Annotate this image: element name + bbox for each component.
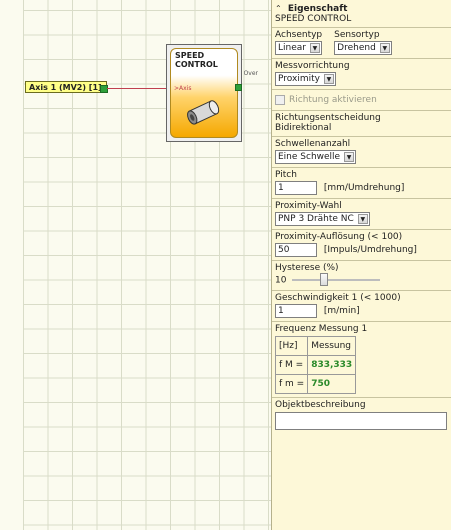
aufloesung-label: Proximity-Auflösung (< 100) [275,232,403,242]
proximity-wahl-select[interactable]: PNP 3 Drähte NC ▼ [275,212,370,226]
geschwindigkeit-label: Geschwindigkeit 1 (< 1000) [275,293,401,303]
hysterese-section: Hysterese (%) 10 [272,261,451,291]
panel-subtitle: SPEED CONTROL [275,14,352,24]
slider-thumb[interactable] [320,273,329,286]
dropdown-arrow-icon[interactable]: ▼ [323,74,334,84]
pitch-section: Pitch 1 [mm/Umdrehung] [272,168,451,199]
block-title: SPEED CONTROL [175,51,235,69]
axis-sensor-section: Achsentyp Linear ▼ Sensortyp Drehend ▼ [272,28,451,59]
table-row: f M = 833,333 [274,355,357,375]
messvorrichtung-section: Messvorrichtung Proximity ▼ [272,59,451,90]
dropdown-arrow-icon[interactable]: ▼ [309,43,320,53]
richtungsentscheidung-section: Richtungsentscheidung Bidirektional [272,111,451,137]
connection-wire[interactable] [107,88,173,89]
sensortyp-label: Sensortyp [334,30,380,40]
logic-canvas[interactable]: Axis 1 (MV2) [1] SPEED CONTROL >Axis Ove… [0,0,271,530]
geschwindigkeit-input[interactable]: 1 [275,304,317,318]
achsentyp-select[interactable]: Linear ▼ [275,41,323,55]
hysterese-label: Hysterese (%) [275,263,339,273]
frequenz-label: Frequenz Messung 1 [275,324,368,334]
aufloesung-input[interactable]: 50 [275,243,317,257]
richtung-aktivieren-row: Richtung aktivieren [272,90,451,111]
pitch-input[interactable]: 1 [275,181,317,195]
richtungsentscheidung-value: Bidirektional [275,123,332,133]
messvorrichtung-value: Proximity [278,74,320,84]
pitch-label: Pitch [275,170,297,180]
richtung-aktivieren-checkbox[interactable] [275,95,285,105]
input-port[interactable] [100,85,108,93]
fm-label: f m = [274,374,309,394]
table-row: [Hz] Messung [274,336,357,356]
chevron-up-icon[interactable]: ⌃ [275,4,285,13]
hysterese-slider[interactable] [292,273,381,287]
properties-panel: ⌃ Eigenschaft SPEED CONTROL Achsentyp Li… [271,0,451,530]
messvorrichtung-label: Messvorrichtung [275,61,350,71]
aufloesung-unit: [Impuls/Umdrehung] [323,245,417,255]
fm-value: 750 [307,374,357,394]
over-output-port[interactable] [235,84,242,91]
encoder-cylinder-icon [187,100,220,125]
proximity-wahl-label: Proximity-Wahl [275,201,342,211]
sensortyp-value: Drehend [337,43,376,53]
pitch-unit: [mm/Umdrehung] [323,183,405,193]
achsentyp-value: Linear [278,43,306,53]
proximity-wahl-section: Proximity-Wahl PNP 3 Drähte NC ▼ [272,199,451,230]
richtungsentscheidung-label: Richtungsentscheidung [275,113,381,123]
achsentyp-label: Achsentyp [275,30,323,40]
schwellenanzahl-value: Eine Schwelle [278,152,341,162]
frequenz-col-header: Messung [307,336,357,356]
frequenz-table: [Hz] Messung f M = 833,333 f m = 750 [274,336,357,394]
panel-header: ⌃ Eigenschaft SPEED CONTROL [272,0,451,28]
schwellenanzahl-select[interactable]: Eine Schwelle ▼ [275,150,357,164]
axis-input-pin-label: >Axis [174,85,192,92]
fM-label: f M = [274,355,309,375]
hysterese-value: 10 [275,275,287,286]
schwellenanzahl-section: Schwellenanzahl Eine Schwelle ▼ [272,137,451,168]
messvorrichtung-select[interactable]: Proximity ▼ [275,72,336,86]
dropdown-arrow-icon[interactable]: ▼ [379,43,390,53]
frequenz-unit-header: [Hz] [274,336,309,356]
speed-control-block[interactable]: SPEED CONTROL >Axis Over [166,44,258,142]
proximity-wahl-value: PNP 3 Drähte NC [278,214,354,224]
fM-value: 833,333 [307,355,357,375]
frequenz-section: Frequenz Messung 1 [Hz] Messung f M = 83… [272,322,451,398]
objektbeschreibung-input[interactable] [275,412,447,430]
geschwindigkeit-unit: [m/min] [323,306,360,316]
sensortyp-select[interactable]: Drehend ▼ [334,41,392,55]
dropdown-arrow-icon[interactable]: ▼ [344,152,355,162]
block-title-line1: SPEED [175,51,205,60]
canvas-left-ruler [0,0,24,530]
geschwindigkeit-section: Geschwindigkeit 1 (< 1000) 1 [m/min] [272,291,451,322]
objektbeschreibung-section: Objektbeschreibung [272,398,451,433]
over-output-pin-label: Over [243,70,258,77]
table-row: f m = 750 [274,374,357,394]
aufloesung-section: Proximity-Auflösung (< 100) 50 [Impuls/U… [272,230,451,261]
richtung-aktivieren-label: Richtung aktivieren [289,95,377,105]
input-tag-axis1[interactable]: Axis 1 (MV2) [1] [25,81,107,93]
objektbeschreibung-label: Objektbeschreibung [275,400,366,410]
panel-title: Eigenschaft [287,4,348,14]
slider-track [292,279,381,281]
schwellenanzahl-label: Schwellenanzahl [275,139,351,149]
dropdown-arrow-icon[interactable]: ▼ [357,214,368,224]
block-title-line2: CONTROL [175,60,218,69]
